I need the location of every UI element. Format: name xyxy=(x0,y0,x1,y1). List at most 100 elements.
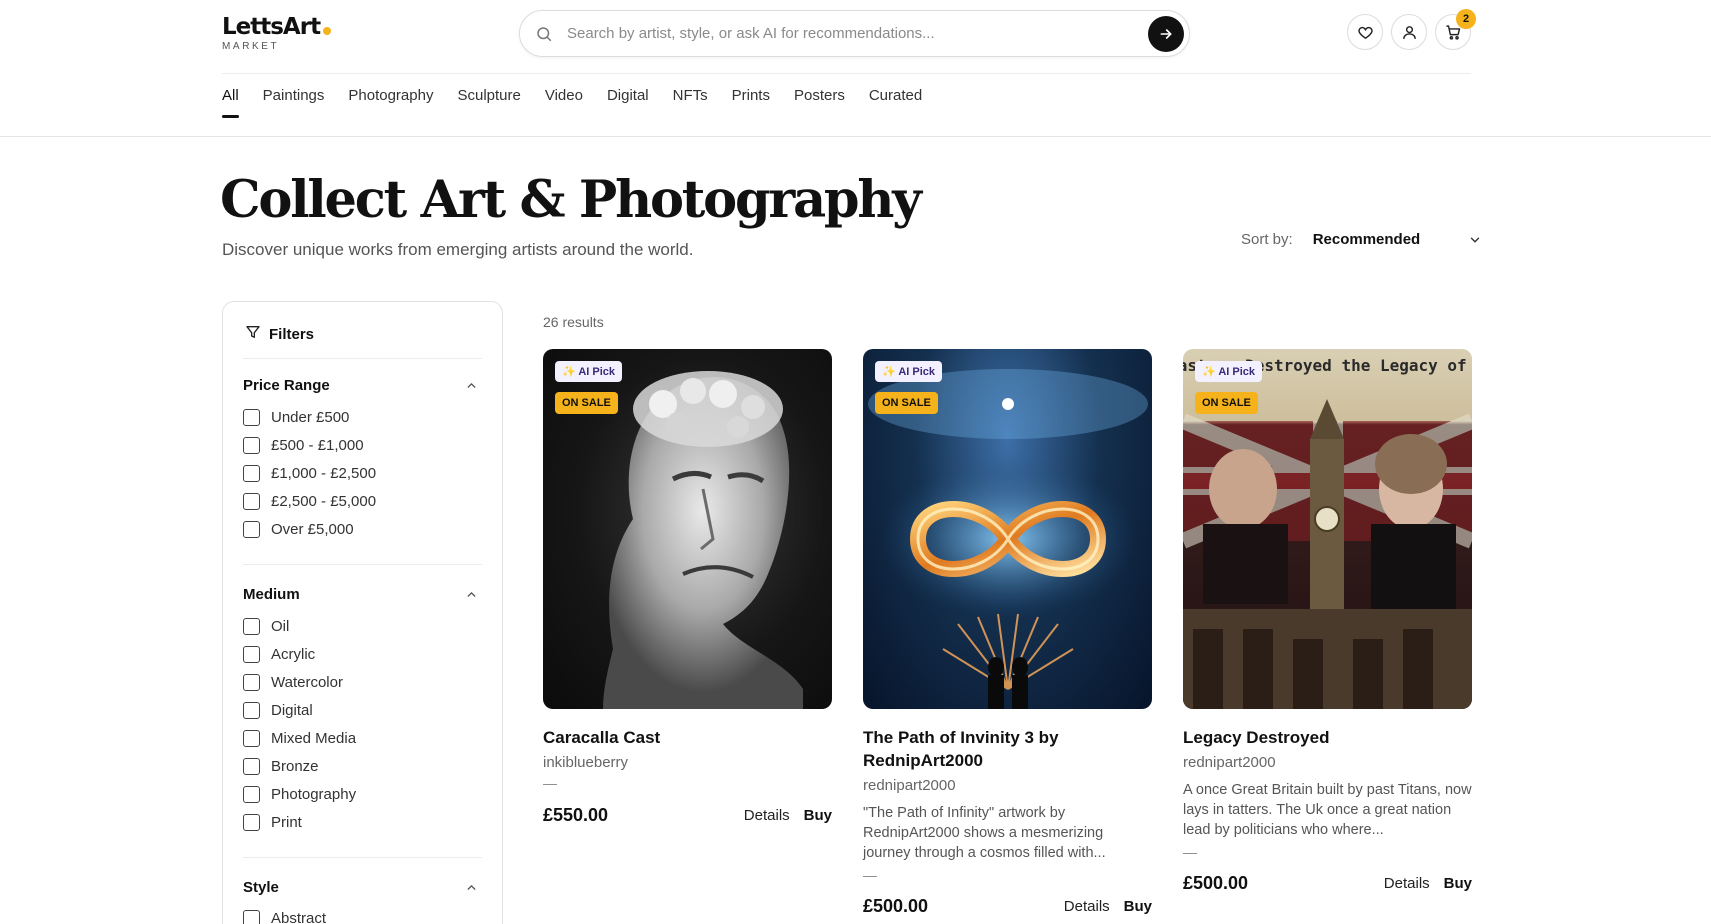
nav-tab-nfts[interactable]: NFTs xyxy=(673,87,708,117)
card-price: £550.00 xyxy=(543,805,609,825)
checkbox[interactable] xyxy=(243,910,260,924)
filter-option-label: Watercolor xyxy=(271,674,343,691)
filter-option[interactable]: Oil xyxy=(243,618,289,635)
search-input[interactable] xyxy=(567,25,1127,42)
checkbox[interactable] xyxy=(243,814,260,831)
nav-tab-paintings[interactable]: Paintings xyxy=(263,87,325,117)
card-title[interactable]: Caracalla Cast xyxy=(543,726,832,749)
checkbox[interactable] xyxy=(243,437,260,454)
filter-option[interactable]: £2,500 - £5,000 xyxy=(243,493,376,510)
details-link[interactable]: Details xyxy=(744,807,790,824)
product-card[interactable]: 's masters Destroyed the Legacy of Past … xyxy=(1183,349,1472,894)
checkbox[interactable] xyxy=(243,702,260,719)
filter-option[interactable]: Mixed Media xyxy=(243,730,356,747)
chevron-up-icon[interactable] xyxy=(465,379,478,397)
card-artist[interactable]: rednipart2000 xyxy=(1183,754,1472,771)
filter-option[interactable]: Watercolor xyxy=(243,674,343,691)
checkbox[interactable] xyxy=(243,521,260,538)
filter-option[interactable]: Photography xyxy=(243,786,356,803)
nav-tab-all[interactable]: All xyxy=(222,87,239,118)
artwork-image[interactable]: ✨ AI Pick ON SALE xyxy=(543,349,832,709)
brand-subtitle: MARKET xyxy=(222,41,280,52)
filter-option[interactable]: £1,000 - £2,500 xyxy=(243,465,376,482)
category-nav: All Paintings Photography Sculpture Vide… xyxy=(222,87,946,118)
product-card[interactable]: ✨ AI Pick ON SALE The Path of Invinity 3… xyxy=(863,349,1152,917)
details-link[interactable]: Details xyxy=(1384,875,1430,892)
filter-option[interactable]: Abstract xyxy=(243,910,326,924)
nav-tab-posters[interactable]: Posters xyxy=(794,87,845,117)
filter-section-price-range[interactable]: Price Range xyxy=(243,377,330,394)
user-icon xyxy=(1402,25,1416,39)
checkbox[interactable] xyxy=(243,674,260,691)
filter-option-label: Over £5,000 xyxy=(271,521,354,538)
filters-title: Filters xyxy=(269,325,315,343)
checkbox[interactable] xyxy=(243,465,260,482)
card-footer: £550.00 Details Buy xyxy=(543,805,832,826)
card-artist[interactable]: rednipart2000 xyxy=(863,777,1152,794)
card-description: "The Path of Infinity" artwork by Rednip… xyxy=(863,805,1106,861)
on-sale-badge: ON SALE xyxy=(1195,392,1258,414)
nav-tab-curated[interactable]: Curated xyxy=(869,87,922,117)
nav-tab-prints[interactable]: Prints xyxy=(732,87,770,117)
filter-option[interactable]: Digital xyxy=(243,702,313,719)
artwork-image[interactable]: ✨ AI Pick ON SALE xyxy=(863,349,1152,709)
card-dash: — xyxy=(1183,844,1197,860)
card-footer: £500.00 Details Buy xyxy=(1183,873,1472,894)
page-title: Collect Art & Photography xyxy=(220,170,922,230)
checkbox[interactable] xyxy=(243,493,260,510)
nav-tab-photography[interactable]: Photography xyxy=(348,87,433,117)
card-title[interactable]: The Path of Invinity 3 by RednipArt2000 xyxy=(863,726,1152,772)
filters-divider xyxy=(243,857,482,858)
card-title[interactable]: Legacy Destroyed xyxy=(1183,726,1472,749)
filter-option[interactable]: Under £500 xyxy=(243,409,349,426)
filter-option[interactable]: Over £5,000 xyxy=(243,521,354,538)
buy-button[interactable]: Buy xyxy=(1444,875,1472,892)
filter-option[interactable]: Acrylic xyxy=(243,646,315,663)
account-button[interactable] xyxy=(1391,14,1427,50)
search-submit-button[interactable] xyxy=(1148,16,1184,52)
artwork-image[interactable]: 's masters Destroyed the Legacy of Past … xyxy=(1183,349,1472,709)
filter-option-label: Print xyxy=(271,814,302,831)
nav-tab-digital[interactable]: Digital xyxy=(607,87,649,117)
nav-tab-sculpture[interactable]: Sculpture xyxy=(457,87,520,117)
brand-logo[interactable]: LettsArt MARKET xyxy=(222,14,332,52)
card-dash: — xyxy=(543,775,557,791)
filter-option-label: Mixed Media xyxy=(271,730,357,747)
card-dash: — xyxy=(863,867,877,883)
search-bar xyxy=(519,10,1190,57)
checkbox[interactable] xyxy=(243,758,260,775)
details-link[interactable]: Details xyxy=(1064,898,1110,915)
cart-button[interactable]: 2 xyxy=(1435,9,1476,50)
filter-option-label: £2,500 - £5,000 xyxy=(271,493,377,510)
sort-label: Sort by: xyxy=(1241,231,1293,248)
buy-button[interactable]: Buy xyxy=(1124,898,1152,915)
chevron-up-icon[interactable] xyxy=(465,881,478,899)
filter-option[interactable]: Print xyxy=(243,814,302,831)
ai-pick-badge: ✨ AI Pick xyxy=(1195,361,1263,382)
nav-tab-video[interactable]: Video xyxy=(545,87,583,117)
checkbox[interactable] xyxy=(243,786,260,803)
filter-section-medium[interactable]: Medium xyxy=(243,586,300,603)
card-price: £500.00 xyxy=(1183,873,1249,893)
checkbox[interactable] xyxy=(243,618,260,635)
filters-divider xyxy=(243,358,482,359)
wishlist-button[interactable] xyxy=(1347,14,1383,50)
buy-button[interactable]: Buy xyxy=(804,807,832,824)
card-description: A once Great Britain built by past Titan… xyxy=(1183,782,1472,838)
checkbox[interactable] xyxy=(243,730,260,747)
product-card[interactable]: ✨ AI Pick ON SALE Caracalla Cast inkiblu… xyxy=(543,349,832,826)
checkbox[interactable] xyxy=(243,409,260,426)
filter-option-label: Digital xyxy=(271,702,313,719)
chevron-down-icon xyxy=(1468,233,1482,247)
card-footer: £500.00 Details Buy xyxy=(863,896,1152,917)
filter-option-label: Abstract xyxy=(271,910,327,924)
filter-section-style[interactable]: Style xyxy=(243,879,279,896)
chevron-up-icon[interactable] xyxy=(465,588,478,606)
heart-icon xyxy=(1357,26,1373,39)
card-artist[interactable]: inkiblueberry xyxy=(543,754,832,771)
filter-option[interactable]: Bronze xyxy=(243,758,319,775)
sort-value: Recommended xyxy=(1312,231,1421,248)
filter-option[interactable]: £500 - £1,000 xyxy=(243,437,364,454)
sort-dropdown[interactable]: Sort by: Recommended xyxy=(1241,231,1482,248)
checkbox[interactable] xyxy=(243,646,260,663)
